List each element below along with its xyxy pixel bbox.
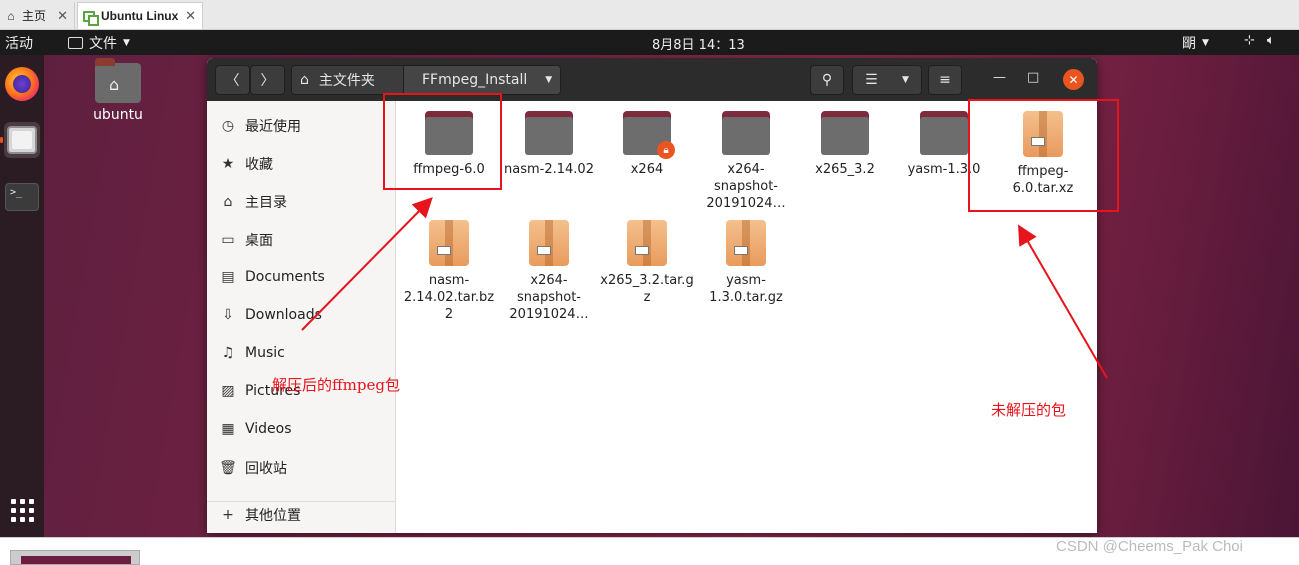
annotation-arrow-archive [1017,224,1108,379]
annotation-arrow-extracted [301,197,433,331]
annotation-not-extracted-label: 未解压的包 [991,401,1067,419]
watermark: CSDN @Cheems_Pak Choi [1056,538,1243,555]
annotation-extracted-label: 解压后的ffmpeg包 [272,376,400,394]
vm-thumbnail[interactable] [10,550,140,565]
annotation-arrows [301,197,1108,379]
